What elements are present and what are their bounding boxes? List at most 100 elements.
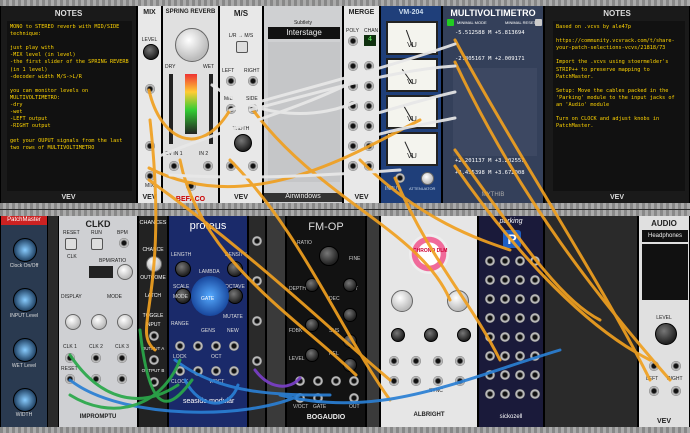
clkd-out-jack[interactable] [91, 374, 101, 384]
albright-jack[interactable] [411, 356, 421, 366]
gate-jack[interactable] [252, 236, 262, 246]
clkd-knob-1[interactable] [65, 314, 81, 330]
merge-in-jack[interactable] [348, 161, 358, 171]
parking-jack[interactable] [515, 275, 525, 285]
albright-jack[interactable] [389, 376, 399, 386]
airwindows-preset-display[interactable]: Interstage [268, 27, 340, 39]
spring-in1-jack[interactable] [169, 161, 179, 171]
parking-jack[interactable] [530, 294, 540, 304]
merge-in-jack[interactable] [364, 121, 374, 131]
parking-jack[interactable] [515, 389, 525, 399]
proteus-gate-out-jack[interactable] [229, 366, 239, 376]
parking-jack[interactable] [500, 275, 510, 285]
fmop-jack[interactable] [331, 376, 341, 386]
ms-side-out-jack[interactable] [248, 104, 258, 114]
gate-jack[interactable] [252, 356, 262, 366]
parking-jack[interactable] [515, 294, 525, 304]
proteus-jack[interactable] [193, 366, 203, 376]
clkd-clk2-jack[interactable] [91, 353, 101, 363]
parking-jack[interactable] [485, 389, 495, 399]
fmop-jack[interactable] [349, 376, 359, 386]
clock-toggle-knob[interactable] [13, 238, 37, 262]
parking-jack[interactable] [530, 332, 540, 342]
spring-slider-2[interactable] [209, 74, 213, 144]
proteus-clock-jack[interactable] [175, 366, 185, 376]
parking-jack[interactable] [530, 370, 540, 380]
albright-knob-1[interactable] [391, 290, 413, 312]
spring-slider-1[interactable] [169, 74, 173, 144]
merge-in-jack[interactable] [348, 101, 358, 111]
proteus-length-knob[interactable] [175, 261, 191, 277]
parking-jack[interactable] [485, 370, 495, 380]
width-knob[interactable] [13, 388, 37, 412]
fmop-out-jack[interactable] [349, 393, 359, 403]
notes-text-area[interactable]: Based on .vcvs by ale47p https://communi… [553, 21, 685, 191]
parking-jack[interactable] [515, 370, 525, 380]
proteus-density-knob[interactable] [227, 261, 243, 277]
audio-out-right-jack[interactable] [671, 386, 681, 396]
albright-jack[interactable] [411, 376, 421, 386]
gate-jack[interactable] [252, 276, 262, 286]
albright-knob-3[interactable] [391, 328, 405, 342]
parking-jack[interactable] [515, 351, 525, 361]
multivolt-reset-button[interactable] [535, 19, 542, 26]
spring-out-jack[interactable] [186, 181, 196, 191]
merge-in-jack[interactable] [364, 161, 374, 171]
merge-in-jack[interactable] [348, 81, 358, 91]
parking-jack[interactable] [485, 256, 495, 266]
albright-knob-4[interactable] [424, 328, 438, 342]
albright-main-knob[interactable] [409, 234, 449, 274]
clkd-clk3-jack[interactable] [117, 353, 127, 363]
merge-in-jack[interactable] [348, 121, 358, 131]
fmop-depth-knob[interactable] [305, 278, 319, 292]
ms-left-in-jack[interactable] [226, 76, 236, 86]
chances-outb-jack[interactable] [149, 377, 159, 387]
mix-level-knob[interactable] [143, 44, 159, 60]
proteus-new-jack[interactable] [229, 341, 239, 351]
parking-jack[interactable] [500, 370, 510, 380]
wet-level-knob[interactable] [13, 338, 37, 362]
chances-input-jack[interactable] [149, 331, 159, 341]
proteus-lock-jack[interactable] [175, 341, 185, 351]
parking-jack[interactable] [530, 256, 540, 266]
audio-out-left-jack[interactable] [649, 386, 659, 396]
notes-text-area[interactable]: MONO to STEREO reverb with MID/SIDE tech… [7, 21, 132, 191]
merge-in-jack[interactable] [364, 101, 374, 111]
clkd-out-jack[interactable] [117, 374, 127, 384]
fmop-att-knob[interactable] [343, 278, 357, 292]
clkd-reset-button[interactable] [65, 238, 77, 250]
fmop-sus-knob[interactable] [343, 334, 357, 348]
albright-jack[interactable] [455, 356, 465, 366]
proteus-oct-jack[interactable] [211, 341, 221, 351]
albright-jack[interactable] [433, 356, 443, 366]
albright-knob-5[interactable] [457, 328, 471, 342]
fmop-jack[interactable] [313, 376, 323, 386]
parking-jack[interactable] [500, 332, 510, 342]
ms-jack-a[interactable] [226, 161, 236, 171]
clkd-run-button[interactable] [91, 238, 103, 250]
parking-jack[interactable] [500, 313, 510, 323]
gate-jack[interactable] [252, 316, 262, 326]
fmop-dec-knob[interactable] [343, 308, 357, 322]
albright-knob-2[interactable] [447, 290, 469, 312]
parking-jack[interactable] [485, 275, 495, 285]
spring-in2-jack[interactable] [203, 161, 213, 171]
chances-knob[interactable] [146, 256, 162, 272]
parking-jack[interactable] [515, 256, 525, 266]
clkd-knob-2[interactable] [91, 314, 107, 330]
multivolt-mode-button[interactable] [447, 19, 454, 26]
merge-in-jack[interactable] [348, 141, 358, 151]
ms-mode-button[interactable] [236, 41, 248, 53]
albright-jack[interactable] [455, 376, 465, 386]
vm204-atten-knob[interactable] [421, 172, 434, 185]
audio-device-selector[interactable]: Headphones [642, 230, 688, 242]
fmop-voct-jack[interactable] [295, 393, 305, 403]
fmop-fdbk-knob[interactable] [305, 318, 319, 332]
ms-width-knob[interactable] [234, 134, 252, 152]
audio-level-knob[interactable] [655, 323, 677, 345]
parking-jack[interactable] [530, 351, 540, 361]
merge-poly-jack[interactable] [348, 36, 358, 46]
parking-jack[interactable] [530, 389, 540, 399]
albright-jack[interactable] [389, 356, 399, 366]
parking-jack[interactable] [515, 332, 525, 342]
